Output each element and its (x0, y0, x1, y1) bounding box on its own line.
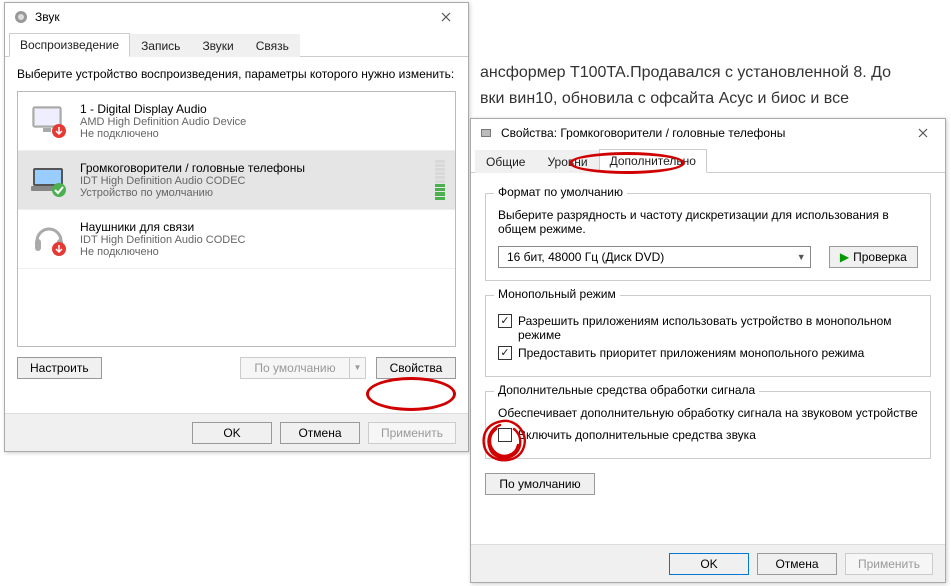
close-button[interactable] (903, 120, 943, 146)
tab-general[interactable]: Общие (475, 150, 536, 173)
laptop-speaker-icon (28, 159, 70, 201)
level-meter (435, 160, 445, 200)
properties-dialog: Свойства: Громкоговорители / головные те… (470, 118, 946, 583)
exclusive-mode-group: Монопольный режим ✓ Разрешить приложения… (485, 295, 931, 377)
set-default-button[interactable]: По умолчанию (240, 357, 350, 379)
chevron-down-icon: ▼ (797, 252, 806, 262)
close-button[interactable] (426, 4, 466, 30)
format-select[interactable]: 16 бит, 48000 Гц (Диск DVD) ▼ (498, 246, 811, 268)
properties-button[interactable]: Свойства (376, 357, 456, 379)
device-driver: IDT High Definition Audio CODEC (80, 234, 445, 246)
device-driver: AMD High Definition Audio Device (80, 116, 445, 128)
device-row[interactable]: 1 - Digital Display Audio AMD High Defin… (18, 92, 455, 151)
group-legend: Монопольный режим (494, 287, 620, 301)
default-format-group: Формат по умолчанию Выберите разрядность… (485, 193, 931, 281)
advanced-panel: Формат по умолчанию Выберите разрядность… (471, 173, 945, 505)
exclusive-priority-checkbox[interactable]: ✓ Предоставить приоритет приложениям мон… (498, 346, 918, 360)
playback-panel: Выберите устройство воспроизведения, пар… (5, 57, 468, 389)
sound-dialog-footer: OK Отмена Применить (5, 413, 468, 451)
enable-enhancements-checkbox[interactable]: Включить дополнительные средства звука (498, 428, 918, 442)
device-status: Не подключено (80, 128, 445, 140)
format-desc: Выберите разрядность и частоту дискретиз… (498, 208, 918, 236)
ok-button[interactable]: OK (669, 553, 749, 575)
playback-device-list[interactable]: 1 - Digital Display Audio AMD High Defin… (17, 91, 456, 347)
format-selected-value: 16 бит, 48000 Гц (Диск DVD) (507, 250, 664, 264)
device-status: Устройство по умолчанию (80, 187, 425, 199)
device-status: Не подключено (80, 246, 445, 258)
play-icon: ▶ (840, 250, 849, 264)
props-dialog-footer: OK Отмена Применить (471, 544, 945, 582)
device-name: 1 - Digital Display Audio (80, 102, 445, 116)
tab-advanced[interactable]: Дополнительно (599, 149, 707, 173)
set-default-dropdown[interactable]: ▼ (350, 357, 366, 379)
props-titlebar[interactable]: Свойства: Громкоговорители / головные те… (471, 119, 945, 147)
sound-app-icon (13, 9, 29, 25)
background-article-text: ансформер T100TA.Продавался с установлен… (480, 60, 891, 111)
sound-titlebar[interactable]: Звук (5, 3, 468, 31)
enhance-desc: Обеспечивает дополнительную обработку си… (498, 406, 918, 420)
tab-recording[interactable]: Запись (130, 34, 191, 57)
exclusive-allow-checkbox[interactable]: ✓ Разрешить приложениям использовать уст… (498, 314, 918, 342)
headphones-icon (28, 218, 70, 260)
cancel-button[interactable]: Отмена (757, 553, 837, 575)
props-title-text: Свойства: Громкоговорители / головные те… (501, 126, 785, 140)
cancel-button[interactable]: Отмена (280, 422, 360, 444)
device-name: Наушники для связи (80, 220, 445, 234)
checkbox-empty-icon (498, 428, 512, 442)
playback-instruction: Выберите устройство воспроизведения, пар… (17, 67, 456, 83)
apply-button[interactable]: Применить (845, 553, 933, 575)
device-name: Громкоговорители / головные телефоны (80, 161, 425, 175)
apply-button[interactable]: Применить (368, 422, 456, 444)
checkmark-icon: ✓ (498, 314, 512, 328)
group-legend: Дополнительные средства обработки сигнал… (494, 383, 759, 397)
ok-button[interactable]: OK (192, 422, 272, 444)
monitor-icon (28, 100, 70, 142)
configure-button[interactable]: Настроить (17, 357, 102, 379)
sound-dialog: Звук Воспроизведение Запись Звуки Связь … (4, 2, 469, 452)
group-legend: Формат по умолчанию (494, 185, 627, 199)
test-button[interactable]: ▶ Проверка (829, 246, 918, 268)
speaker-icon (479, 125, 495, 141)
device-driver: IDT High Definition Audio CODEC (80, 175, 425, 187)
tab-levels[interactable]: Уровни (536, 150, 598, 173)
sound-title-text: Звук (35, 10, 60, 24)
signal-enhancements-group: Дополнительные средства обработки сигнал… (485, 391, 931, 459)
checkmark-icon: ✓ (498, 346, 512, 360)
device-row[interactable]: Наушники для связи IDT High Definition A… (18, 210, 455, 269)
sound-tabstrip: Воспроизведение Запись Звуки Связь (5, 31, 468, 57)
tab-sounds[interactable]: Звуки (191, 34, 244, 57)
tab-communications[interactable]: Связь (245, 34, 300, 57)
tab-playback[interactable]: Воспроизведение (9, 33, 130, 57)
restore-defaults-button[interactable]: По умолчанию (485, 473, 595, 495)
props-tabstrip: Общие Уровни Дополнительно (471, 147, 945, 173)
device-row[interactable]: Громкоговорители / головные телефоны IDT… (18, 151, 455, 210)
